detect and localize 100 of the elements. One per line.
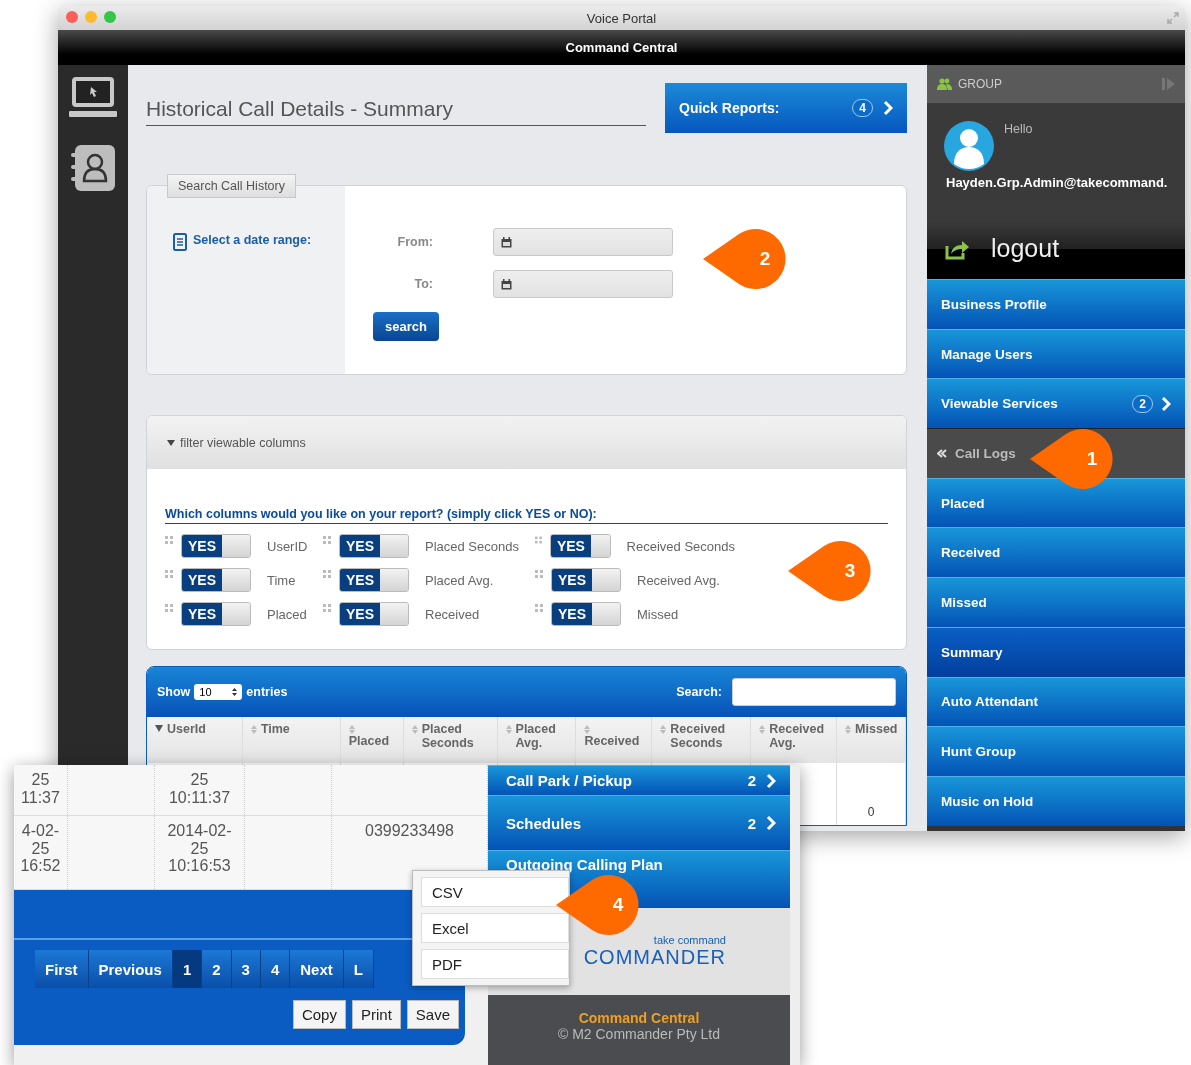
logo-wordmark: COMMANDER	[583, 946, 726, 969]
table-cell-text: 0399233498	[365, 822, 454, 841]
sidebar-menu-item[interactable]: Call Park / Pickup 2	[488, 765, 790, 795]
column-header[interactable]: Placed Seconds	[403, 717, 498, 763]
copyright-text: © M2 Commander Pty Ltd	[557, 1026, 720, 1042]
pagination-button[interactable]: Next	[290, 950, 344, 988]
sidebar-menu-item[interactable]: Manage Users	[927, 328, 1185, 379]
group-label: GROUP	[958, 77, 1002, 91]
sidebar-menu-item[interactable]: Viewable Services 2	[927, 378, 1185, 429]
quick-reports-button[interactable]: Quick Reports: 4	[665, 83, 907, 133]
page-size-select[interactable]: 10	[194, 684, 243, 700]
sidebar-menu-item[interactable]: Auto Attendant	[927, 676, 1185, 727]
column-label: Received	[425, 606, 480, 622]
search-button[interactable]: search	[373, 312, 439, 341]
drag-handle-icon[interactable]	[165, 604, 173, 612]
column-label: Time	[267, 572, 296, 588]
drag-handle-icon[interactable]	[165, 536, 173, 544]
entries-label: entries	[246, 685, 288, 699]
column-header[interactable]: Received Seconds	[652, 717, 752, 763]
column-label: Placed Avg.	[425, 572, 494, 588]
column-label: Placed Seconds	[425, 538, 519, 554]
yes-no-toggle[interactable]: YES	[339, 602, 409, 626]
table-cell-text: 25 10:11:37	[168, 771, 231, 808]
app-title: Command Central	[565, 40, 678, 55]
chevron-right-icon	[883, 100, 893, 116]
avatar-icon	[944, 121, 994, 171]
yes-no-toggle[interactable]: YES	[181, 534, 251, 558]
drag-handle-icon[interactable]	[323, 604, 331, 612]
count-label: 2	[747, 814, 756, 832]
column-label: Placed	[267, 606, 307, 622]
yes-no-toggle[interactable]: YES	[339, 568, 409, 592]
column-header[interactable]: Time	[242, 717, 341, 763]
column-header[interactable]: Received Avg.	[751, 717, 838, 763]
calendar-icon	[501, 236, 512, 248]
column-label: Received Avg.	[637, 572, 720, 588]
column-header[interactable]: Missed	[837, 717, 906, 763]
group-icon	[937, 78, 952, 90]
sidebar-menu-item[interactable]: Placed	[927, 477, 1185, 528]
menu-item[interactable]: CSV	[421, 877, 569, 907]
fullscreen-icon[interactable]	[1167, 12, 1179, 24]
window-close-button[interactable]	[66, 11, 78, 23]
yes-no-toggle[interactable]: YES	[549, 534, 611, 558]
collapse-sidebar-icon[interactable]	[1161, 76, 1177, 92]
drag-handle-icon[interactable]	[323, 536, 331, 544]
sidebar-menu-item[interactable]: Hunt Group	[927, 726, 1185, 776]
section-heading: Select a date range:	[193, 233, 312, 247]
logout-button[interactable]: logout	[927, 218, 1185, 279]
sidebar-menu-item[interactable]: Summary	[927, 626, 1185, 677]
pagination-button[interactable]: 1	[172, 950, 203, 988]
pagination-button[interactable]: 4	[260, 950, 291, 988]
yes-no-toggle[interactable]: YES	[551, 568, 621, 592]
yes-no-toggle[interactable]: YES	[181, 568, 251, 592]
greeting-text: Hello	[1004, 122, 1033, 136]
document-icon	[173, 233, 187, 251]
computer-icon[interactable]	[69, 75, 117, 119]
table-cell-text: 25 11:37	[21, 771, 60, 808]
drag-handle-icon[interactable]	[535, 570, 543, 578]
drag-handle-icon[interactable]	[535, 604, 543, 612]
export-button[interactable]: Copy	[292, 1000, 346, 1029]
export-button[interactable]: Save	[406, 1000, 459, 1029]
column-header[interactable]: UserId	[147, 717, 243, 763]
column-label: Missed	[637, 606, 679, 622]
chevron-right-icon	[766, 772, 776, 789]
menu-item[interactable]: PDF	[421, 949, 569, 979]
pagination-button[interactable]: First	[35, 950, 89, 988]
drag-handle-icon[interactable]	[535, 536, 542, 544]
export-button[interactable]: Print	[351, 1000, 401, 1029]
drag-handle-icon[interactable]	[323, 570, 331, 578]
chevron-right-icon	[1161, 395, 1171, 412]
pagination-button[interactable]: 3	[231, 950, 261, 988]
search-field[interactable]	[732, 678, 896, 706]
sidebar-menu-item[interactable]: Business Profile	[927, 279, 1185, 329]
window-title: Voice Portal	[586, 10, 657, 26]
window-zoom-button[interactable]	[104, 11, 116, 23]
filter-title: filter viewable columns	[180, 435, 306, 450]
panel-tab[interactable]: Search Call History	[167, 174, 296, 198]
yes-no-toggle[interactable]: YES	[181, 602, 251, 626]
column-label: Received Seconds	[626, 538, 735, 554]
yes-no-toggle[interactable]: YES	[551, 602, 621, 626]
sidebar-menu-item[interactable]: Received	[927, 527, 1185, 578]
filter-header[interactable]: filter viewable columns	[147, 416, 906, 469]
column-header[interactable]: Placed	[340, 717, 404, 763]
menu-item[interactable]: Excel	[421, 913, 569, 943]
pagination-button[interactable]: Previous	[88, 950, 173, 988]
column-header[interactable]: Placed Avg.	[497, 717, 577, 763]
count-badge: 2	[1132, 394, 1153, 413]
pagination-button[interactable]: 2	[202, 950, 232, 988]
window-minimize-button[interactable]	[85, 11, 97, 23]
pagination-button[interactable]: L	[343, 950, 374, 988]
column-header[interactable]: Received	[576, 717, 653, 763]
search-label: Search:	[676, 685, 722, 699]
date-field[interactable]	[493, 228, 673, 256]
sidebar-menu-item[interactable]: Missed	[927, 577, 1185, 627]
date-field[interactable]	[493, 270, 673, 298]
yes-no-toggle[interactable]: YES	[339, 534, 409, 558]
drag-handle-icon[interactable]	[165, 570, 173, 578]
address-book-icon[interactable]	[69, 143, 117, 193]
sidebar-menu-item[interactable]: Music on Hold	[927, 775, 1185, 826]
sidebar-menu-item[interactable]: Schedules 2	[488, 795, 790, 850]
table-cell-text: 4-02- 25 16:52	[20, 822, 61, 877]
